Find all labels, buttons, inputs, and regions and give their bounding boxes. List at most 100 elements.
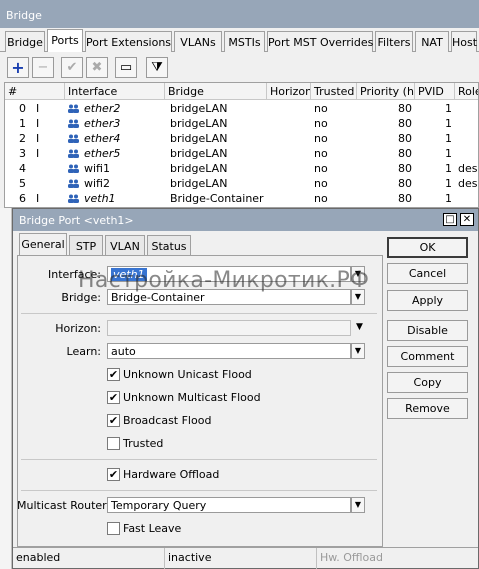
- tab-general[interactable]: General: [19, 233, 67, 256]
- column-header[interactable]: Horizon: [267, 83, 311, 100]
- cell-n: 1: [19, 117, 26, 130]
- copy-button[interactable]: Copy: [387, 372, 468, 393]
- column-header[interactable]: Interface: [65, 83, 165, 100]
- tab-port-mst-overrides[interactable]: Port MST Overrides: [267, 31, 373, 52]
- learn-field[interactable]: auto: [107, 343, 351, 359]
- cell-trusted: no: [314, 102, 328, 115]
- close-icon[interactable]: ✕: [460, 213, 474, 226]
- horizon-dropdown-icon[interactable]: ▼: [356, 322, 363, 332]
- tab-vlans[interactable]: VLANs: [174, 31, 222, 52]
- enable-button[interactable]: ✔: [61, 57, 83, 78]
- remove-button[interactable]: −: [32, 57, 54, 78]
- separator: [21, 490, 377, 491]
- cell-priority: 80: [398, 162, 412, 175]
- status-bar: enabled inactive Hw. Offload: [13, 547, 478, 569]
- column-header[interactable]: PVID: [415, 83, 455, 100]
- comment-button[interactable]: ▭: [115, 57, 137, 78]
- broadcast-flood-checkbox[interactable]: ✔: [107, 414, 120, 427]
- tab-status[interactable]: Status: [147, 235, 191, 255]
- window-title: Bridge: [0, 0, 479, 28]
- cell-priority: 80: [398, 132, 412, 145]
- tab-mstis[interactable]: MSTIs: [224, 31, 265, 52]
- cell-pvid: 1: [445, 147, 452, 160]
- hardware-offload-label: Hardware Offload: [123, 468, 220, 481]
- interface-name: ether2: [84, 102, 121, 115]
- interface-icon: [68, 178, 79, 188]
- cell-bridge: bridgeLAN: [170, 162, 228, 175]
- interface-icon: [68, 163, 79, 173]
- watermark: Настройка-Микротик.РФ: [78, 268, 370, 293]
- multicast-router-field[interactable]: Temporary Query: [107, 497, 351, 513]
- fast-leave-checkbox[interactable]: [107, 522, 120, 535]
- cell-horizon: [267, 176, 311, 191]
- unknown-multicast-flood-checkbox[interactable]: ✔: [107, 391, 120, 404]
- cell-horizon: [267, 101, 311, 116]
- cell-trusted: no: [314, 192, 328, 205]
- horizon-field[interactable]: [107, 320, 351, 336]
- table-row[interactable]: 2 Iether4 bridgeLAN no 80 1: [5, 131, 478, 146]
- comment-button[interactable]: Comment: [387, 346, 468, 367]
- interface-icon: [68, 193, 79, 203]
- learn-dropdown-icon[interactable]: ▼: [351, 343, 365, 359]
- cell-role: [455, 131, 478, 146]
- interface-name: ether3: [84, 117, 121, 130]
- cell-n: 5: [19, 177, 26, 190]
- table-row[interactable]: 6 Iveth1 Bridge-Container no 80 1: [5, 191, 478, 206]
- column-header[interactable]: Priority (h...: [357, 83, 415, 100]
- cell-n: 3: [19, 147, 26, 160]
- disable-button[interactable]: Disable: [387, 320, 468, 341]
- multicast-router-dropdown-icon[interactable]: ▼: [351, 497, 365, 513]
- cell-trusted: no: [314, 162, 328, 175]
- interface-name: wifi1: [84, 162, 110, 175]
- cell-interface: ether3: [65, 116, 165, 131]
- column-header[interactable]: #: [5, 83, 65, 100]
- tab-ports[interactable]: Ports: [47, 29, 83, 53]
- apply-button[interactable]: Apply: [387, 290, 468, 311]
- add-button[interactable]: +: [7, 57, 29, 78]
- status-enabled: enabled: [13, 548, 165, 569]
- cell-flag: I: [36, 132, 40, 145]
- bridge-port-dialog: Bridge Port <veth1> □ ✕ General STP VLAN…: [12, 208, 479, 569]
- remove-button[interactable]: Remove: [387, 398, 468, 419]
- dialog-title: Bridge Port <veth1>: [13, 209, 478, 231]
- broadcast-flood-label: Broadcast Flood: [123, 414, 212, 427]
- trusted-checkbox[interactable]: [107, 437, 120, 450]
- cell-role: [455, 116, 478, 131]
- tab-port-extensions[interactable]: Port Extensions: [85, 31, 172, 52]
- tab-nat[interactable]: NAT: [415, 31, 449, 52]
- tab-filters[interactable]: Filters: [375, 31, 413, 52]
- tab-host[interactable]: Host: [451, 31, 477, 52]
- table-row[interactable]: 3 Iether5 bridgeLAN no 80 1: [5, 146, 478, 161]
- cancel-button[interactable]: Cancel: [387, 263, 468, 284]
- disable-button[interactable]: ✖: [86, 57, 108, 78]
- tab-stp[interactable]: STP: [69, 235, 103, 255]
- learn-label: Learn:: [66, 345, 101, 358]
- interface-icon: [68, 148, 79, 158]
- table-row[interactable]: 5 wifi2 bridgeLAN no 80 1 desig: [5, 176, 478, 191]
- unknown-unicast-flood-checkbox[interactable]: ✔: [107, 368, 120, 381]
- column-header[interactable]: Trusted: [311, 83, 357, 100]
- separator: [21, 313, 377, 314]
- tab-vlan[interactable]: VLAN: [105, 235, 145, 255]
- hardware-offload-checkbox[interactable]: ✔: [107, 468, 120, 481]
- tab-bridge[interactable]: Bridge: [5, 31, 45, 52]
- cell-horizon: [267, 116, 311, 131]
- ok-button[interactable]: OK: [387, 237, 468, 258]
- maximize-icon[interactable]: □: [443, 213, 457, 226]
- interface-icon: [68, 103, 79, 113]
- interface-name: ether4: [84, 132, 121, 145]
- cell-trusted: no: [314, 177, 328, 190]
- table-row[interactable]: 1 Iether3 bridgeLAN no 80 1: [5, 116, 478, 131]
- cell-priority: 80: [398, 147, 412, 160]
- column-header[interactable]: Bridge: [165, 83, 267, 100]
- table-row[interactable]: 0 Iether2 bridgeLAN no 80 1: [5, 101, 478, 116]
- column-header[interactable]: Role: [455, 83, 478, 100]
- unknown-unicast-flood-label: Unknown Unicast Flood: [123, 368, 252, 381]
- table-row[interactable]: 4 wifi1 bridgeLAN no 80 1 desig: [5, 161, 478, 176]
- cell-priority: 80: [398, 192, 412, 205]
- cell-bridge: Bridge-Container: [170, 192, 264, 205]
- cell-bridge: bridgeLAN: [170, 147, 228, 160]
- status-hw-offload: Hw. Offload: [320, 551, 383, 564]
- filter-button[interactable]: ⧩: [146, 57, 168, 78]
- multicast-router-label: Multicast Router:: [17, 499, 111, 512]
